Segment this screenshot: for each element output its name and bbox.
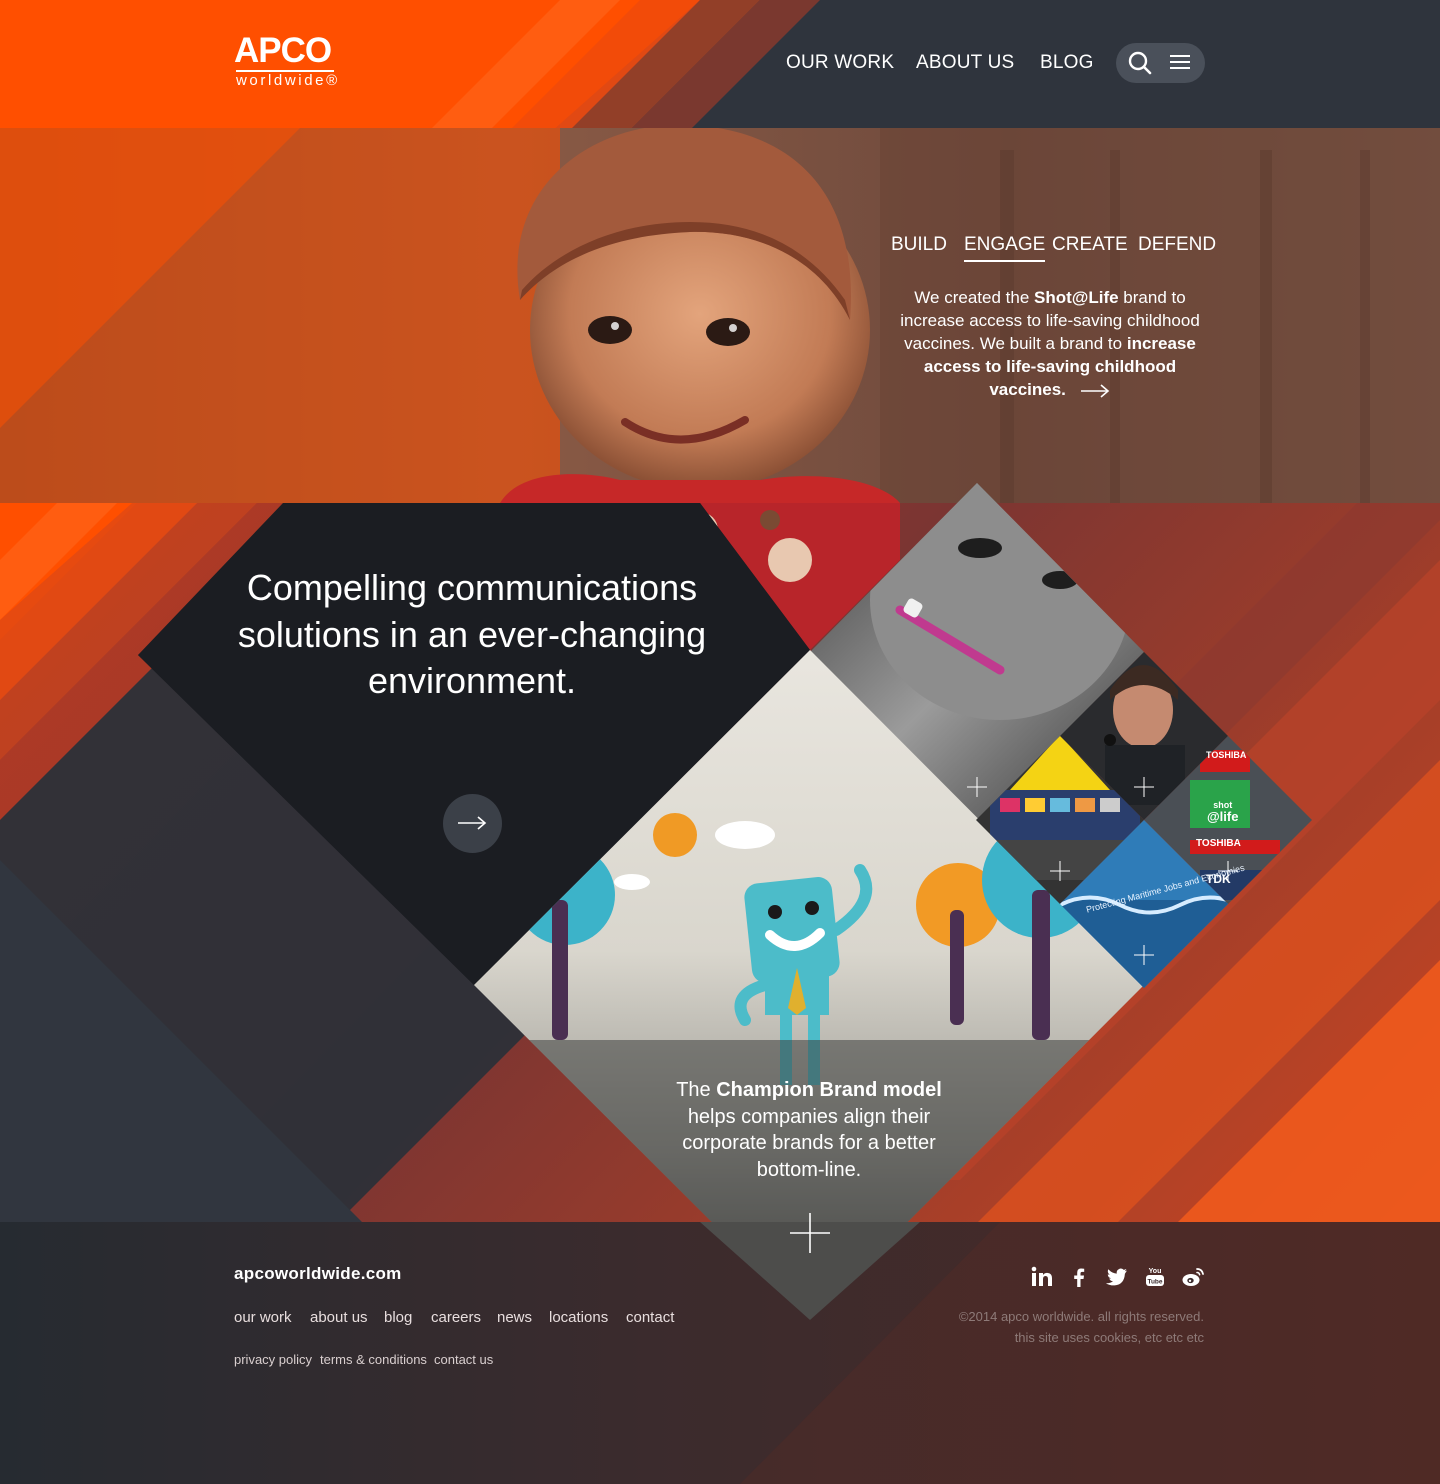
apco-logo[interactable]: APCO worldwide®	[234, 32, 354, 92]
headline-arrow-button[interactable]	[443, 794, 502, 853]
hero-description: We created the Shot@Life brand to increa…	[900, 288, 1200, 399]
svg-text:You: You	[1149, 1268, 1162, 1275]
footer-link-careers[interactable]: careers	[431, 1309, 481, 1326]
footer-link-news[interactable]: news	[497, 1309, 532, 1326]
toshiba-sign-lower: TOSHIBA	[1196, 838, 1241, 849]
search-menu-pill	[1116, 43, 1205, 83]
footer-link-privacy-policy[interactable]: privacy policy	[234, 1352, 312, 1367]
svg-text:Tube: Tube	[1147, 1279, 1162, 1286]
footer-link-contact-us[interactable]: contact us	[434, 1352, 493, 1367]
copyright-text: ©2014 apco worldwide. all rights reserve…	[958, 1309, 1204, 1324]
footer-link-terms[interactable]: terms & conditions	[320, 1352, 427, 1367]
shot-at-life-sign: shot @life	[1207, 800, 1239, 824]
background-art	[0, 0, 1440, 1484]
expand-plus-icon[interactable]	[790, 1213, 830, 1253]
tab-create[interactable]: CREATE	[1052, 232, 1128, 258]
footer-link-locations[interactable]: locations	[549, 1309, 608, 1326]
facebook-icon[interactable]	[1067, 1265, 1091, 1289]
tile-plus-icon[interactable]	[1050, 861, 1070, 881]
nav-blog[interactable]: BLOG	[1040, 50, 1094, 76]
logo-subtitle: worldwide®	[236, 72, 340, 89]
tab-engage[interactable]: ENGAGE	[964, 232, 1046, 262]
champion-brand-description: The Champion Brand model helps companies…	[676, 1079, 942, 1181]
footer-link-our-work[interactable]: our work	[234, 1309, 292, 1326]
linkedin-icon[interactable]	[1030, 1265, 1054, 1289]
logo-wordmark: APCO	[234, 31, 332, 70]
footer-link-contact[interactable]: contact	[626, 1309, 674, 1326]
arrow-right-icon	[458, 816, 487, 830]
main-headline: Compelling communications solutions in a…	[237, 567, 707, 701]
tab-build[interactable]: BUILD	[891, 232, 947, 258]
tile-plus-icon[interactable]	[967, 777, 987, 797]
footer-link-about-us[interactable]: about us	[310, 1309, 368, 1326]
twitter-icon[interactable]	[1105, 1265, 1129, 1289]
tile-plus-icon[interactable]	[1134, 777, 1154, 797]
tile-plus-icon[interactable]	[1134, 945, 1154, 965]
youtube-icon[interactable]: You Tube	[1143, 1265, 1167, 1289]
nav-about-us[interactable]: ABOUT US	[916, 50, 1014, 76]
weibo-icon[interactable]	[1181, 1265, 1205, 1289]
arrow-right-icon[interactable]	[1080, 383, 1111, 398]
nav-our-work[interactable]: OUR WORK	[786, 50, 894, 76]
footer-domain[interactable]: apcoworldwide.com	[234, 1264, 402, 1284]
cookie-notice: this site uses cookies, etc etc etc	[1014, 1330, 1204, 1345]
footer-link-blog[interactable]: blog	[384, 1309, 412, 1326]
tab-defend[interactable]: DEFEND	[1138, 232, 1216, 258]
hamburger-menu-icon[interactable]	[1170, 55, 1192, 71]
toshiba-sign: TOSHIBA	[1206, 750, 1247, 760]
search-icon[interactable]	[1126, 49, 1154, 77]
